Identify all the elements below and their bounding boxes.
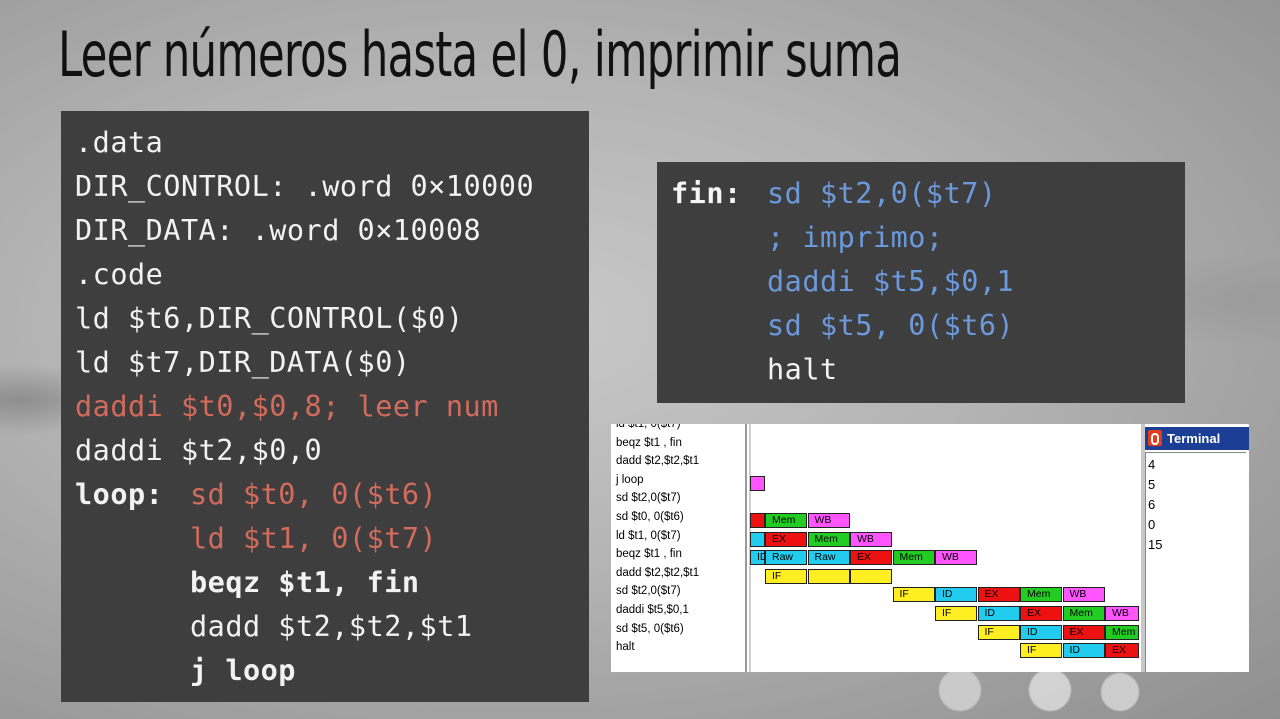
- simulator-instruction: ld $t1, 0($t7): [616, 424, 681, 430]
- fin-label: fin:: [671, 177, 742, 210]
- simulator-instruction: beqz $t1 , fin: [616, 436, 682, 449]
- pipeline-stage: [750, 475, 765, 491]
- simulator-instruction: sd $t5, 0($t6): [616, 622, 684, 635]
- pipeline-stage: EX: [765, 531, 807, 547]
- pipeline-stage: WB: [850, 531, 892, 547]
- terminal-line: 4: [1148, 457, 1156, 472]
- pipeline-stage: EX: [1020, 606, 1062, 621]
- pipeline-stage: ID: [1020, 624, 1062, 640]
- code-line: .code: [75, 258, 164, 291]
- code-line: DIR_CONTROL: .word 0×10000: [75, 170, 535, 203]
- code-line: ld $t1, 0($t7): [190, 522, 438, 555]
- pipeline-stage: WB: [935, 550, 977, 566]
- terminal-line: 0: [1148, 517, 1156, 532]
- terminal-line: 15: [1148, 537, 1163, 552]
- loop-label: loop:: [75, 478, 164, 511]
- code-panel: .data DIR_CONTROL: .word 0×10000 DIR_DAT…: [61, 111, 589, 702]
- pipeline-stage: Mem: [765, 513, 807, 528]
- code-line: dadd $t2,$t2,$t1: [190, 610, 473, 643]
- pipeline-stage: EX: [1105, 643, 1139, 659]
- pipeline-simulator: ld $t1, 0($t7) beqz $t1 , fin dadd $t2,$t2…: [611, 424, 1249, 672]
- simulator-instruction: daddi $t5,$0,1: [616, 604, 689, 616]
- pipeline-stage: ID: [977, 606, 1020, 621]
- simulator-instruction: beqz $t1 , fin: [616, 548, 682, 561]
- pipeline-stage: EX: [1062, 624, 1105, 640]
- pipeline-stage: ID: [750, 550, 765, 566]
- pipeline-stage: IF: [935, 606, 977, 621]
- terminal-titlebar[interactable]: Terminal: [1145, 427, 1249, 450]
- fin-code-line: ; imprimo;: [767, 221, 944, 254]
- pipeline-stage: WB: [807, 513, 850, 528]
- simulator-instruction: sd $t0, 0($t6): [616, 511, 684, 523]
- pipeline-stage: Mem: [892, 550, 935, 566]
- pipeline-stage: Mem: [1062, 606, 1105, 621]
- pipeline-stage: [807, 568, 850, 584]
- fin-code-line: sd $t5, 0($t6): [767, 309, 1015, 342]
- code-line: daddi $t2,$0,0: [75, 434, 323, 467]
- simulator-instruction: halt: [616, 641, 635, 654]
- code-line: ld $t7,DIR_DATA($0): [75, 346, 411, 379]
- terminal-title: Terminal: [1167, 431, 1221, 446]
- simulator-instruction: sd $t2,0($t7): [616, 585, 681, 598]
- pipeline-stage: EX: [850, 550, 892, 566]
- terminal-icon: [1148, 430, 1162, 446]
- pipeline-stage: Mem: [1020, 587, 1062, 603]
- code-line-comment: daddi $t0,$0,8; leer num: [75, 390, 499, 423]
- pipeline-stage: IF: [892, 587, 935, 603]
- slide-title: Leer números hasta el 0, imprimir suma: [58, 18, 902, 91]
- code-line: beqz $t1, fin: [190, 566, 420, 599]
- pipeline-stage: [750, 531, 765, 547]
- fin-code-line: daddi $t5,$0,1: [767, 265, 1015, 298]
- divider: [745, 424, 747, 672]
- terminal-line: 6: [1148, 497, 1156, 512]
- simulator-instruction: dadd $t2,$t2,$t1: [616, 566, 700, 579]
- pipeline-stage: Mem: [807, 531, 850, 547]
- code-line: j loop: [190, 654, 296, 687]
- pipeline-stage: Mem: [1105, 624, 1139, 640]
- fin-code-line: halt: [767, 353, 838, 386]
- simulator-instruction: sd $t2,0($t7): [616, 492, 681, 505]
- pipeline-stage: WB: [1105, 606, 1139, 621]
- pipeline-stage: [750, 513, 765, 528]
- terminal-line: 5: [1148, 477, 1156, 492]
- code-line: ld $t6,DIR_CONTROL($0): [75, 302, 464, 335]
- code-line: .data: [75, 126, 164, 159]
- divider: [749, 424, 751, 672]
- pipeline-stage: ID: [935, 587, 977, 603]
- simulator-instruction: dadd $t2,$t2,$t1: [616, 455, 700, 468]
- pipeline-stage: IF: [977, 624, 1020, 640]
- pipeline-stage: IF: [765, 568, 807, 584]
- terminal-output: 4 5 6 0 15: [1145, 452, 1246, 672]
- instruction-list: ld $t1, 0($t7) beqz $t1 , fin dadd $t2,$t2…: [611, 424, 745, 672]
- pipeline-stage: ID: [1062, 643, 1105, 659]
- code-line: sd $t0, 0($t6): [190, 478, 438, 511]
- pipeline-stage: [850, 568, 892, 584]
- fin-panel: fin: sd $t2,0($t7) ; imprimo; daddi $t5,…: [657, 162, 1185, 403]
- pipeline-stage: Raw: [765, 550, 807, 566]
- pipeline-stage: Raw: [807, 550, 850, 566]
- pipeline-stage: IF: [1020, 643, 1062, 659]
- code-line: DIR_DATA: .word 0×10008: [75, 214, 482, 247]
- simulator-instruction: ld $t1, 0($t7): [616, 529, 681, 542]
- pipeline-stage: EX: [977, 587, 1020, 603]
- fin-code-line: sd $t2,0($t7): [767, 177, 997, 210]
- pipeline-stage: WB: [1062, 587, 1105, 603]
- simulator-instruction: j loop: [616, 473, 644, 486]
